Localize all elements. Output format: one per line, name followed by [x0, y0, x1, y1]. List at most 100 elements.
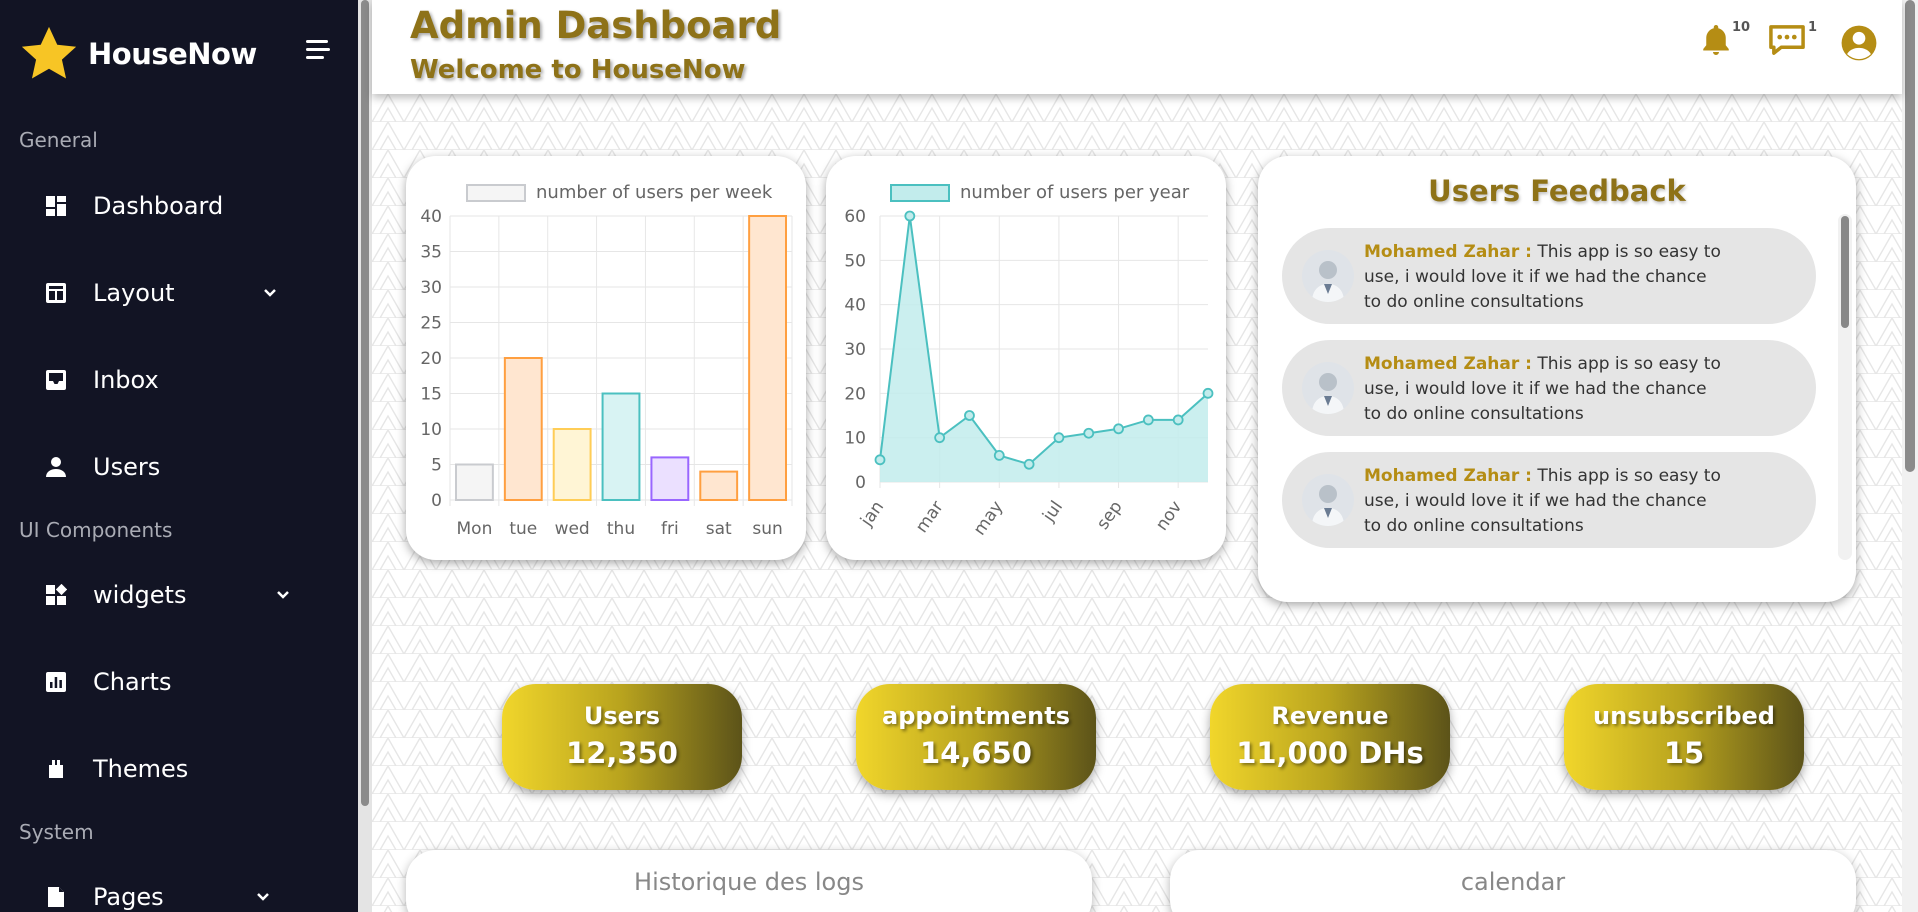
- x-tick-label: sat: [706, 519, 732, 539]
- sidebar-item-themes[interactable]: Themes: [0, 744, 300, 794]
- sidebar-item-label: widgets: [93, 581, 187, 609]
- themes-icon: [44, 757, 68, 781]
- feedback-author: Mohamed Zahar :: [1364, 354, 1532, 374]
- brand-name: HouseNow: [88, 37, 257, 71]
- x-tick-label: Mon: [457, 519, 493, 539]
- brand[interactable]: HouseNow: [18, 20, 257, 88]
- sidebar-item-label: Themes: [93, 755, 189, 783]
- sidebar-item-layout[interactable]: Layout: [0, 268, 300, 318]
- feedback-item: Mohamed Zahar : This app is so easy to u…: [1282, 228, 1816, 324]
- data-point: [1023, 458, 1035, 470]
- data-point: [934, 432, 946, 444]
- x-tick-label: jan: [856, 497, 888, 531]
- page-title: Admin Dashboard: [410, 4, 782, 47]
- user-icon: [44, 455, 68, 479]
- bar: [601, 392, 641, 501]
- data-point: [1172, 414, 1184, 426]
- sidebar-scrollbar[interactable]: [358, 0, 372, 912]
- bar: [552, 428, 592, 501]
- sidebar-item-dashboard[interactable]: Dashboard: [0, 181, 300, 231]
- stat-value: 14,650: [920, 736, 1032, 770]
- section-label-ui-components: UI Components: [19, 518, 173, 542]
- chevron-down-icon: [264, 289, 276, 297]
- feedback-author: Mohamed Zahar :: [1364, 242, 1532, 262]
- avatar: [1302, 474, 1354, 526]
- data-point: [874, 454, 886, 466]
- y-tick-label: 10: [420, 420, 442, 440]
- main-content: number of users per week 0 5 10 15 20 25 30 35 4…: [372, 94, 1902, 912]
- bar: [650, 456, 690, 501]
- data-point: [993, 449, 1005, 461]
- x-tick-label: mar: [912, 497, 948, 536]
- feedback-author: Mohamed Zahar :: [1364, 466, 1532, 486]
- data-point: [1113, 423, 1124, 435]
- messages-badge: 1: [1808, 20, 1818, 35]
- yearly-users-chart-card: number of users per year 0 10 20 30 40 50 60 ja…: [826, 156, 1226, 560]
- feedback-list[interactable]: Mohamed Zahar : This app is so easy to u…: [1282, 228, 1836, 570]
- menu-toggle-icon[interactable]: [306, 40, 330, 60]
- sidebar-item-widgets[interactable]: widgets: [0, 570, 300, 620]
- stat-value: 11,000 DHs: [1236, 736, 1424, 770]
- bar: [503, 357, 543, 501]
- sidebar-item-pages[interactable]: Pages: [0, 872, 300, 912]
- user-circle-icon: [1841, 25, 1877, 61]
- area-chart: 0 10 20 30 40 50 60 jan mar may jul sep nov: [844, 207, 1214, 539]
- page-icon: [44, 885, 68, 909]
- stat-label: unsubscribed: [1593, 702, 1775, 730]
- feedback-text: Mohamed Zahar : This app is so easy to u…: [1364, 352, 1729, 427]
- data-point: [1053, 432, 1065, 444]
- x-tick-label: may: [970, 497, 1008, 539]
- feedback-text: Mohamed Zahar : This app is so easy to u…: [1364, 464, 1729, 539]
- bell-icon: [1703, 25, 1729, 55]
- messages-button[interactable]: 1: [1768, 20, 1817, 62]
- chevron-down-icon: [257, 893, 269, 901]
- profile-button[interactable]: [1840, 24, 1878, 66]
- sidebar: HouseNow General Dashboard Layout Inbox …: [0, 0, 358, 912]
- page-scrollbar[interactable]: [1902, 0, 1918, 912]
- y-tick-label: 40: [420, 207, 442, 227]
- sidebar-item-label: Charts: [93, 668, 172, 696]
- x-tick-label: wed: [555, 519, 590, 539]
- y-tick-label: 0: [431, 491, 442, 511]
- inbox-icon: [44, 368, 68, 392]
- y-tick-label: 40: [844, 296, 866, 316]
- weekly-users-chart-card: number of users per week 0 5 10 15 20 25 30 35 4…: [406, 156, 806, 560]
- x-tick-label: sep: [1093, 497, 1127, 533]
- data-point: [1202, 387, 1214, 399]
- feedback-title: Users Feedback: [1428, 174, 1686, 208]
- stat-value: 12,350: [566, 736, 678, 770]
- stat-label: Users: [583, 702, 661, 730]
- section-label-system: System: [19, 820, 94, 844]
- stat-label: Revenue: [1271, 702, 1389, 730]
- feedback-scrollbar[interactable]: [1838, 214, 1852, 560]
- x-tick-label: fri: [661, 519, 679, 539]
- dashboard-icon: [44, 194, 68, 218]
- stat-card-appointments[interactable]: appointments 14,650: [856, 684, 1096, 790]
- layout-icon: [44, 281, 68, 305]
- sidebar-item-users[interactable]: Users: [0, 442, 300, 492]
- sidebar-item-inbox[interactable]: Inbox: [0, 355, 300, 405]
- sidebar-item-charts[interactable]: Charts: [0, 657, 300, 707]
- stat-card-users[interactable]: Users 12,350: [502, 684, 742, 790]
- feedback-item: Mohamed Zahar : This app is so easy to u…: [1282, 452, 1816, 548]
- feedback-item: Mohamed Zahar : This app is so easy to u…: [1282, 340, 1816, 436]
- data-point: [964, 410, 975, 421]
- sidebar-item-label: Inbox: [93, 366, 159, 394]
- bar-chart: 0 5 10 15 20 25 30 35 40 Mon tue wed thu fri sat sun: [420, 207, 793, 539]
- y-tick-label: 25: [420, 314, 442, 334]
- stat-label: appointments: [882, 702, 1070, 730]
- x-tick-label: nov: [1152, 497, 1186, 534]
- stat-card-revenue[interactable]: Revenue 11,000 DHs: [1210, 684, 1450, 790]
- stat-card-unsubscribed[interactable]: unsubscribed 15: [1564, 684, 1804, 790]
- chevron-down-icon: [277, 591, 289, 599]
- notifications-button[interactable]: 10: [1698, 20, 1750, 62]
- feedback-text: Mohamed Zahar : This app is so easy to u…: [1364, 240, 1729, 315]
- logs-panel-title: Historique des logs: [634, 868, 864, 896]
- chat-icon: [1769, 25, 1805, 55]
- data-point: [1142, 414, 1154, 426]
- bar: [455, 463, 494, 501]
- y-tick-label: 0: [855, 473, 866, 493]
- logs-panel: Historique des logs: [406, 850, 1092, 912]
- y-tick-label: 35: [420, 243, 442, 263]
- notifications-badge: 10: [1732, 20, 1751, 35]
